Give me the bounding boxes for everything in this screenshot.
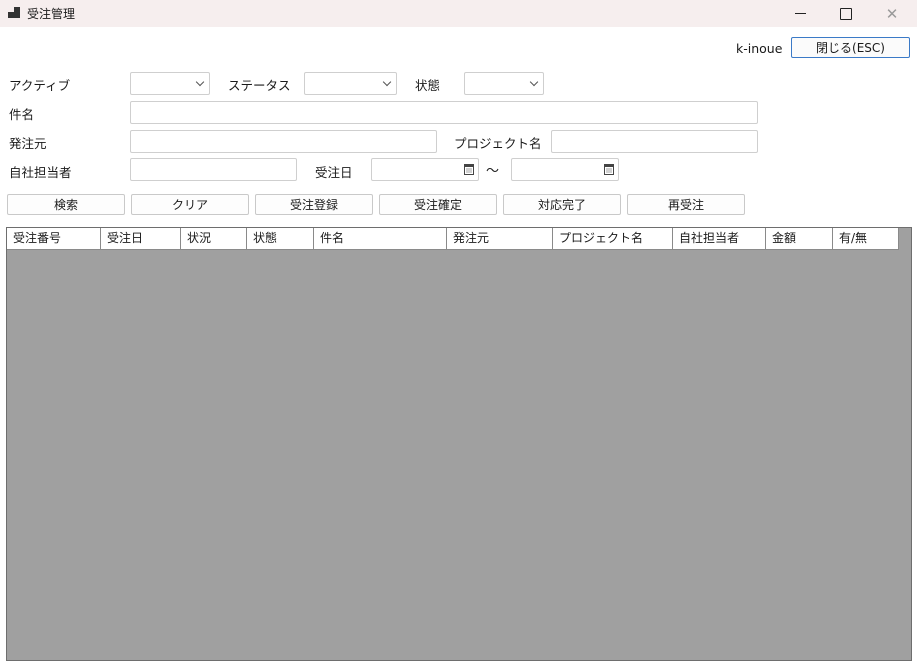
order-date-label: 受注日 [315, 165, 353, 180]
active-select[interactable] [130, 72, 210, 95]
column-header[interactable]: 発注元 [447, 228, 553, 250]
column-header[interactable]: 金額 [766, 228, 833, 250]
chevron-down-icon [529, 77, 539, 87]
calendar-icon [464, 164, 474, 175]
complete-button[interactable]: 対応完了 [503, 194, 621, 215]
window-title: 受注管理 [27, 7, 76, 21]
column-header[interactable]: 有/無 [833, 228, 899, 250]
minimize-icon [794, 13, 806, 14]
confirm-order-button[interactable]: 受注確定 [379, 194, 497, 215]
register-order-button[interactable]: 受注登録 [255, 194, 373, 215]
close-window-button[interactable]: ✕ [869, 0, 915, 27]
reorder-button[interactable]: 再受注 [627, 194, 745, 215]
staff-label: 自社担当者 [9, 165, 72, 180]
user-name: k-inoue [736, 41, 783, 56]
maximize-button[interactable] [823, 0, 869, 27]
column-header[interactable]: 件名 [314, 228, 447, 250]
order-date-to-picker[interactable] [511, 158, 619, 181]
close-esc-button[interactable]: 閉じる(ESC) [791, 37, 910, 58]
staff-input[interactable] [130, 158, 297, 181]
search-button[interactable]: 検索 [7, 194, 125, 215]
orders-grid[interactable]: 受注番号 受注日 状況 状態 件名 発注元 プロジェクト名 自社担当者 金額 有… [6, 227, 912, 661]
client-label: 発注元 [9, 136, 47, 151]
minimize-button[interactable] [777, 0, 823, 27]
column-header[interactable]: 状態 [247, 228, 314, 250]
project-input[interactable] [551, 130, 758, 153]
clear-button[interactable]: クリア [131, 194, 249, 215]
calendar-icon [604, 164, 614, 175]
column-header[interactable]: 受注日 [101, 228, 181, 250]
maximize-icon [840, 7, 852, 20]
app-icon [8, 7, 20, 19]
active-label: アクティブ [9, 78, 71, 93]
state-select[interactable] [464, 72, 544, 95]
column-header[interactable]: プロジェクト名 [553, 228, 673, 250]
column-header[interactable]: 状況 [181, 228, 247, 250]
chevron-down-icon [382, 77, 392, 87]
chevron-down-icon [195, 77, 205, 87]
column-header[interactable]: 受注番号 [7, 228, 101, 250]
order-date-from-picker[interactable] [371, 158, 479, 181]
subject-input[interactable] [130, 101, 758, 124]
date-range-separator: ～ [486, 164, 500, 179]
status-select[interactable] [304, 72, 397, 95]
client-input[interactable] [130, 130, 437, 153]
subject-label: 件名 [9, 107, 35, 122]
grid-header: 受注番号 受注日 状況 状態 件名 発注元 プロジェクト名 自社担当者 金額 有… [7, 228, 899, 250]
column-header[interactable]: 自社担当者 [673, 228, 766, 250]
status-label: ステータス [228, 78, 291, 93]
close-icon: ✕ [885, 4, 899, 23]
project-label: プロジェクト名 [454, 136, 542, 151]
state-label: 状態 [415, 78, 441, 93]
